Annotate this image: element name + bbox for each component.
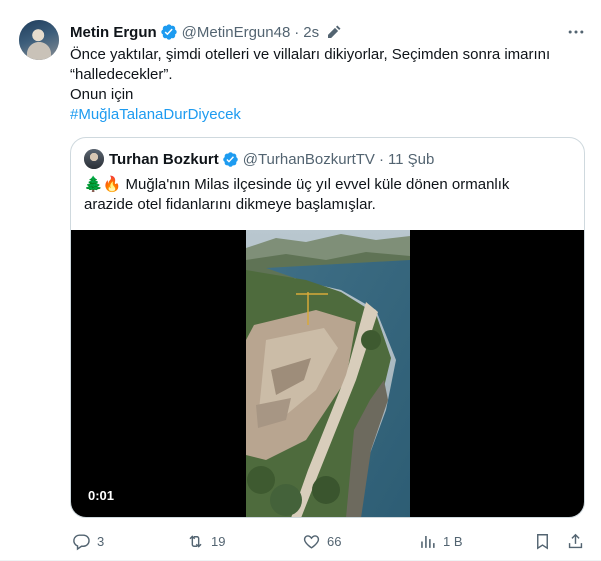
tree-fire-emoji-icon: 🌲🔥	[84, 176, 122, 193]
bookmark-icon	[537, 533, 548, 550]
views-button[interactable]: 1 B	[418, 530, 463, 552]
quoted-tweet-time: 11 Şub	[387, 150, 435, 168]
reply-button[interactable]: 3	[72, 530, 104, 552]
like-button[interactable]: 66	[302, 530, 341, 552]
quoted-text-line: arazide otel fidanlarını dikmeye başlamı…	[84, 196, 376, 213]
quoted-author-name: Turhan Bozkurt	[109, 150, 219, 168]
tweet-text-line: Onun için	[70, 86, 134, 103]
video-player[interactable]: 0:01	[71, 230, 584, 517]
like-icon	[303, 534, 320, 549]
quoted-avatar	[84, 149, 104, 169]
quoted-tweet[interactable]: Turhan Bozkurt @TurhanBozkurtTV · 11 Şub…	[70, 137, 585, 518]
retweet-icon	[189, 534, 202, 548]
author-name[interactable]: Metin Ergun	[70, 24, 157, 41]
video-frame-image	[246, 230, 410, 517]
views-count: 1 B	[443, 533, 463, 549]
tweet-time[interactable]: 2s	[303, 24, 319, 41]
views-icon	[421, 535, 435, 548]
reply-count: 3	[97, 533, 105, 549]
retweet-count: 19	[211, 533, 226, 549]
quoted-text-line: 🌲🔥 Muğla'nın Milas ilçesinde üç yıl evve…	[84, 176, 510, 193]
video-duration: 0:01	[83, 486, 120, 505]
verified-badge-icon	[222, 151, 238, 167]
edit-pencil-icon[interactable]	[325, 24, 342, 41]
share-button[interactable]	[566, 530, 585, 552]
quoted-tweet-text: 🌲🔥 Muğla'nın Milas ilçesinde üç yıl evve…	[84, 175, 574, 215]
reply-icon	[73, 533, 90, 550]
separator-dot: ·	[294, 23, 300, 41]
share-icon	[568, 533, 583, 548]
verified-badge-icon	[160, 24, 177, 40]
quoted-author-handle: @TurhanBozkurtTV	[242, 150, 375, 168]
tweet-card[interactable]: Metin Ergun @MetinErgun48 · 2s Önce yakt…	[0, 0, 601, 561]
video-frame	[246, 230, 410, 517]
quoted-tweet-header: Turhan Bozkurt @TurhanBozkurtTV · 11 Şub	[84, 149, 434, 169]
bookmark-button[interactable]	[533, 530, 552, 552]
like-count: 66	[327, 533, 342, 549]
tweet-text-line: “halledecekler”.	[70, 66, 173, 83]
more-options-icon[interactable]	[566, 22, 586, 42]
hashtag-link[interactable]: #MuğlaTalanaDurDiyecek	[70, 105, 585, 125]
tweet-text-line: Önce yaktılar, şimdi otelleri ve villala…	[70, 46, 551, 63]
tweet-actions: 3 19 66 1 B	[0, 530, 601, 552]
tweet-header: Metin Ergun @MetinErgun48 · 2s	[70, 22, 342, 42]
avatar[interactable]	[19, 20, 59, 60]
retweet-button[interactable]: 19	[186, 530, 225, 552]
separator-dot: ·	[378, 150, 384, 168]
author-handle[interactable]: @MetinErgun48	[182, 24, 291, 41]
tweet-text: Önce yaktılar, şimdi otelleri ve villala…	[70, 45, 585, 125]
